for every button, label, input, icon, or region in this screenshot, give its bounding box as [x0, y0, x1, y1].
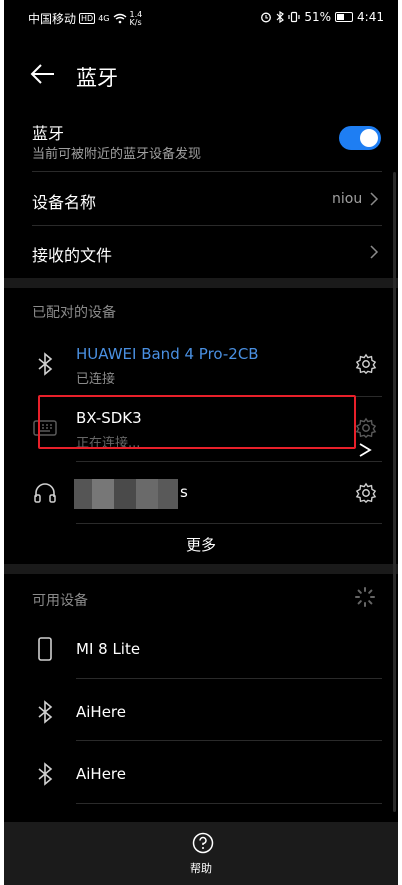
chevron-right-icon [370, 245, 379, 259]
device-name: MI 8 Lite [76, 640, 141, 658]
redacted-device-name [74, 479, 178, 509]
divider [32, 225, 382, 226]
bluetooth-switch[interactable] [339, 126, 381, 150]
gear-icon[interactable] [355, 482, 377, 504]
headset-icon [34, 483, 56, 503]
device-name: s [180, 483, 188, 501]
available-section-title: 可用设备 [32, 593, 88, 609]
gear-icon[interactable] [355, 417, 377, 439]
loading-spinner-icon [355, 587, 375, 607]
switch-knob [360, 129, 378, 147]
bluetooth-icon [38, 700, 53, 724]
received-files-label: 接收的文件 [32, 246, 113, 265]
hd-badge: HD [79, 13, 96, 24]
battery-percent: 51% [304, 10, 332, 24]
phone-screen: 中国移动 HD 4G 1.4 K/s 51% 4:41 蓝牙 蓝牙 当前可被附近的… [4, 0, 398, 885]
battery-icon [335, 12, 354, 22]
bottom-bar: 帮助 [4, 822, 398, 885]
more-button[interactable]: 更多 [4, 530, 398, 560]
scrollbar[interactable] [393, 172, 396, 812]
help-label: 帮助 [190, 862, 212, 875]
device-status: 已连接 [76, 372, 116, 387]
help-icon [192, 832, 214, 854]
back-arrow-icon[interactable] [28, 62, 56, 86]
highlight-annotation [38, 395, 356, 449]
network-label: 4G [98, 14, 110, 23]
device-name: HUAWEI Band 4 Pro-2CB [76, 345, 259, 363]
wifi-icon [113, 13, 126, 24]
carrier-label: 中国移动 [28, 12, 77, 26]
device-name-value: niou [332, 191, 363, 207]
divider [76, 461, 382, 462]
divider [76, 803, 382, 804]
chevron-right-icon [370, 192, 379, 206]
divider [76, 523, 382, 524]
app-header: 蓝牙 [4, 50, 398, 100]
divider [76, 678, 382, 679]
page-title: 蓝牙 [76, 66, 118, 90]
alarm-icon [261, 12, 272, 23]
divider [76, 740, 382, 741]
device-name-label: 设备名称 [32, 193, 97, 212]
paired-section-title: 已配对的设备 [32, 305, 116, 321]
clock: 4:41 [357, 10, 384, 24]
net-speed: 1.4 K/s [129, 10, 143, 27]
bluetooth-status-icon [276, 11, 285, 23]
phone-icon [38, 637, 52, 661]
device-name: AiHere [76, 703, 127, 721]
status-bar: 中国移动 HD 4G 1.4 K/s 51% 4:41 [4, 0, 398, 34]
cursor-arrow-icon [359, 443, 372, 457]
status-left: 中国移动 HD 4G 1.4 K/s [28, 10, 142, 27]
section-separator [4, 564, 398, 574]
bluetooth-icon [38, 762, 53, 786]
bluetooth-icon [38, 352, 53, 376]
section-separator [4, 278, 398, 288]
divider [32, 171, 382, 172]
gear-icon[interactable] [355, 353, 377, 375]
device-name: AiHere [76, 765, 127, 783]
bluetooth-label: 蓝牙 [32, 124, 65, 143]
speed-unit: K/s [129, 17, 142, 27]
bluetooth-description: 当前可被附近的蓝牙设备发现 [32, 147, 202, 162]
vibrate-icon [288, 11, 300, 23]
status-right: 51% 4:41 [260, 10, 384, 24]
